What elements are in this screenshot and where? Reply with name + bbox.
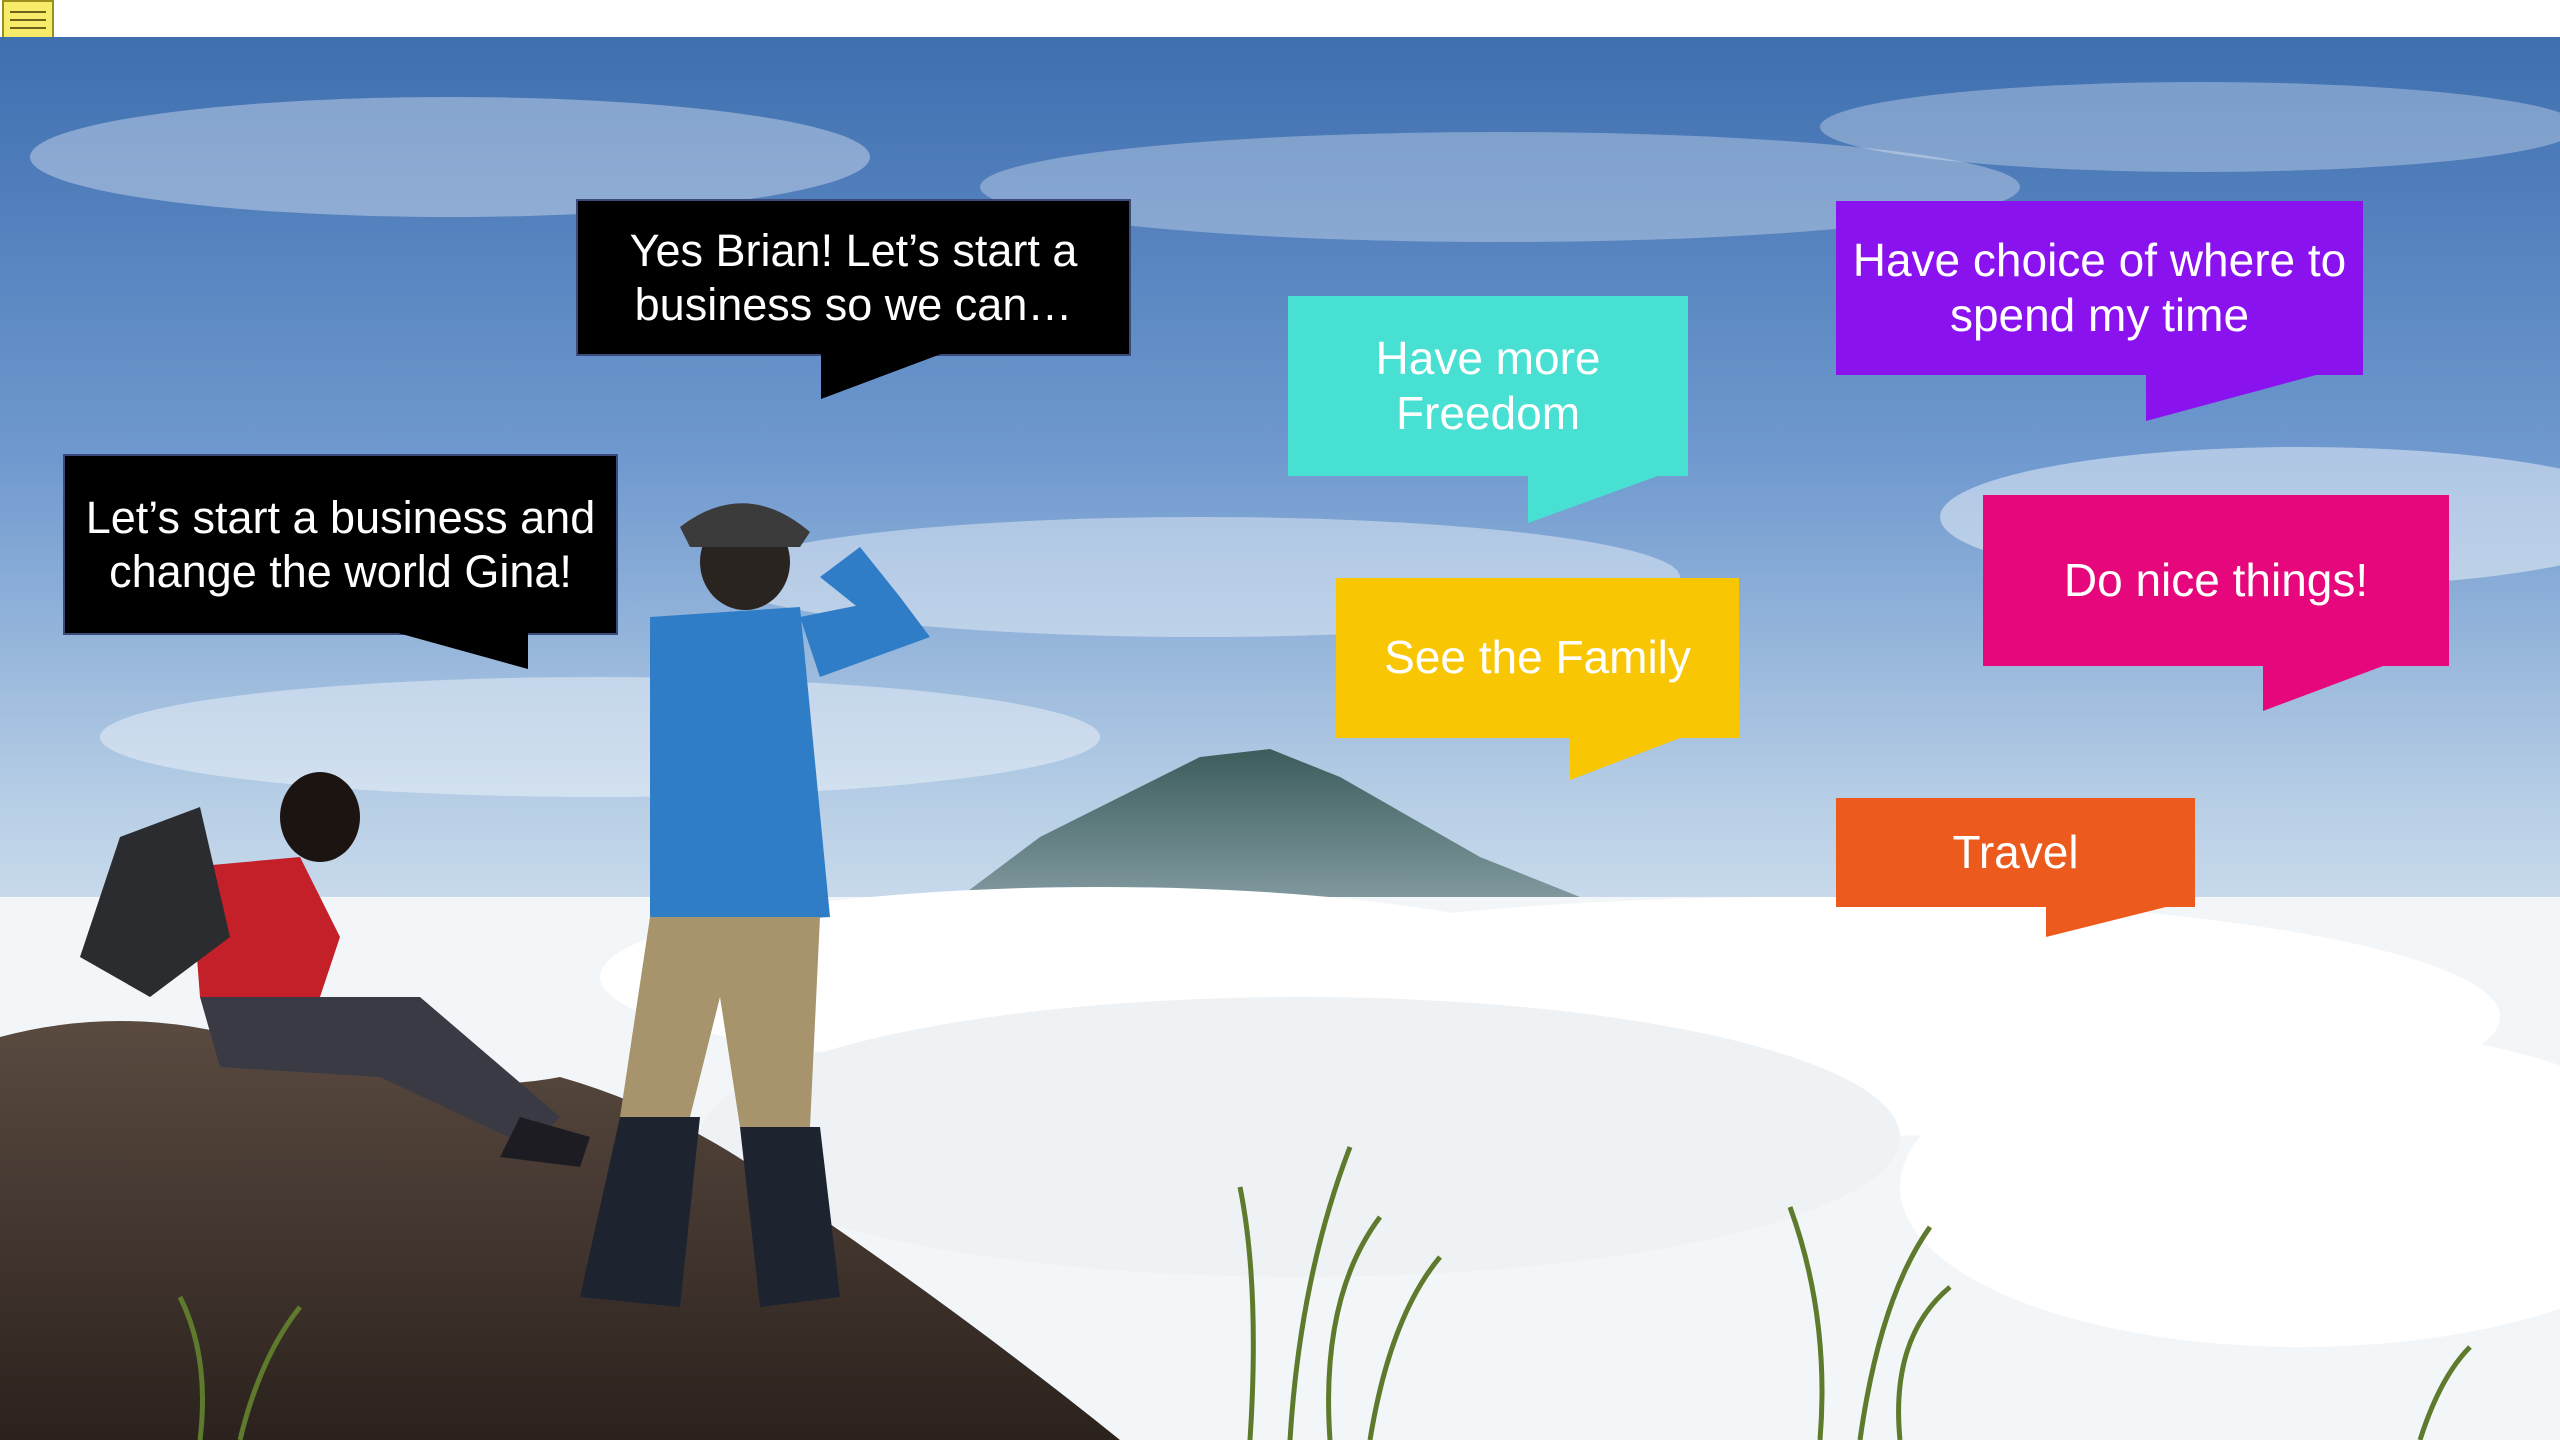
- bubble-tail: [2046, 907, 2166, 937]
- bubble-tail: [1570, 738, 1680, 780]
- speech-bubble-tail: [821, 354, 941, 399]
- bubble-family-text: See the Family: [1336, 578, 1739, 738]
- bubble-freedom-text: Have more Freedom: [1288, 296, 1688, 476]
- bubble-choice-text: Have choice of where to spend my time: [1836, 201, 2363, 375]
- speech-bubble-tail: [398, 633, 528, 669]
- bubble-tail: [1528, 476, 1658, 523]
- speech-bubble-brian-text: Yes Brian! Let’s start a business so we …: [576, 199, 1131, 356]
- speech-bubble-gina-text: Let’s start a business and change the wo…: [63, 454, 618, 635]
- bubble-nice-text: Do nice things!: [1983, 495, 2449, 666]
- bubble-tail: [2263, 666, 2383, 711]
- top-bar: [0, 0, 2560, 37]
- bubble-tail: [2146, 375, 2316, 421]
- bubble-travel-text: Travel: [1836, 798, 2195, 907]
- slide: Yes Brian! Let’s start a business so we …: [0, 37, 2560, 1440]
